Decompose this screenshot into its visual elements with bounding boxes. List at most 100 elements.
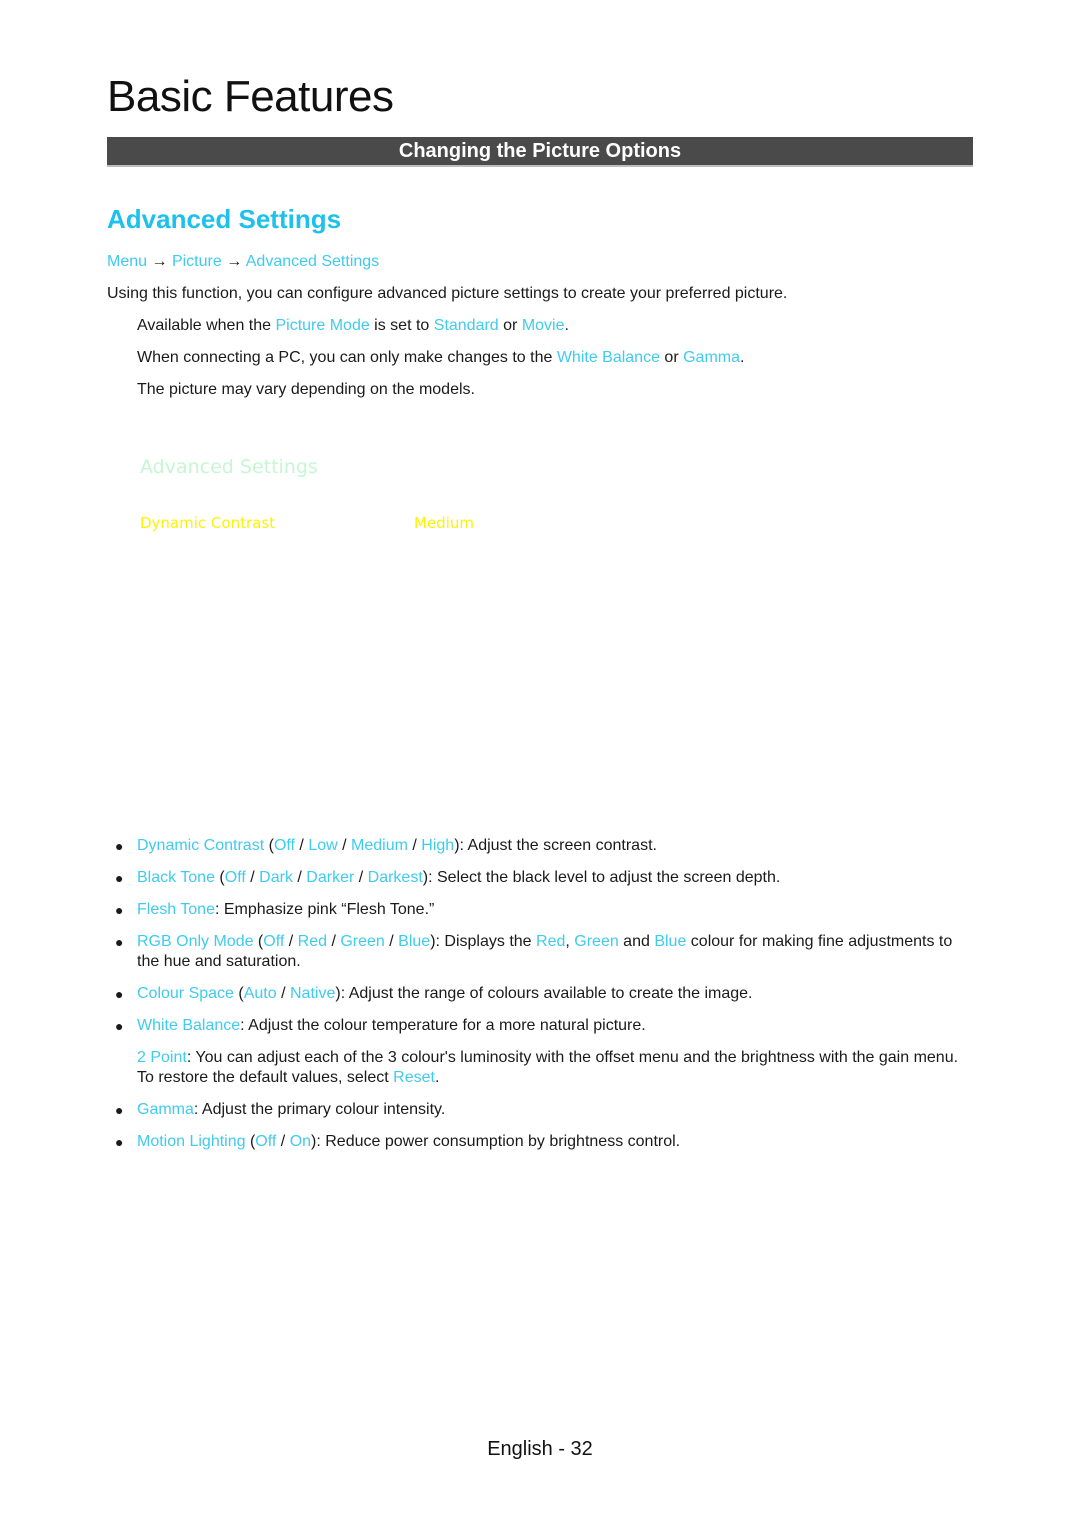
term: Colour Space xyxy=(137,985,234,1002)
option: Red xyxy=(297,933,328,950)
list-item-white-balance: ● White Balance: Adjust the colour tempe… xyxy=(115,1016,975,1036)
breadcrumb: Menu → Picture → Advanced Settings xyxy=(107,253,379,271)
term: Red xyxy=(536,933,566,950)
page-footer: English - 32 xyxy=(487,1438,593,1460)
text: / xyxy=(337,837,352,854)
option: On xyxy=(289,1133,312,1150)
note-text: or xyxy=(659,349,684,366)
text: ( xyxy=(214,869,225,886)
osd-row-value[interactable]: Medium xyxy=(414,514,474,532)
term: 2 Point xyxy=(137,1049,187,1066)
chapter-title: Basic Features xyxy=(107,72,394,121)
note-text: When connecting a PC, you can only make … xyxy=(137,349,557,366)
text: ): Adjust the screen contrast. xyxy=(454,837,657,854)
text: / xyxy=(327,933,341,950)
term: White Balance xyxy=(137,1017,241,1034)
intro-text: Using this function, you can configure a… xyxy=(107,285,788,302)
bullet-icon: ● xyxy=(115,1018,124,1034)
text: / xyxy=(284,933,298,950)
text: ): Select the black level to adjust the … xyxy=(422,869,781,886)
term: Blue xyxy=(654,933,687,950)
bullet-icon: ● xyxy=(115,934,124,950)
text: / xyxy=(354,869,368,886)
option: Darker xyxy=(306,869,355,886)
option: Green xyxy=(340,933,385,950)
option: Darkest xyxy=(367,869,423,886)
text: : Adjust the colour temperature for a mo… xyxy=(240,1017,646,1034)
osd-row-label[interactable]: Dynamic Contrast xyxy=(140,514,275,532)
list-item-rgb-only-mode: ● RGB Only Mode (Off / Red / Green / Blu… xyxy=(115,932,975,972)
bullet-icon: ● xyxy=(115,902,124,918)
text: ( xyxy=(245,1133,256,1150)
term: Dynamic Contrast xyxy=(137,837,265,854)
section-header-bar: Changing the Picture Options xyxy=(107,137,973,167)
arrow-right-icon: → xyxy=(151,253,168,270)
term-gamma: Gamma xyxy=(683,349,741,366)
list-item-flesh-tone: ● Flesh Tone: Emphasize pink “Flesh Tone… xyxy=(115,900,975,920)
text: / xyxy=(276,985,290,1002)
feature-list: ● Dynamic Contrast (Off / Low / Medium /… xyxy=(115,836,975,1164)
term-white-balance: White Balance xyxy=(556,349,660,366)
subsection-title: Advanced Settings xyxy=(107,204,342,234)
note-text: Available when the xyxy=(137,317,276,334)
note-text: The picture may vary depending on the mo… xyxy=(137,381,475,398)
text: : Adjust the primary colour intensity. xyxy=(193,1101,446,1118)
bullet-icon: ● xyxy=(115,986,124,1002)
list-item-black-tone: ● Black Tone (Off / Dark / Darker / Dark… xyxy=(115,868,975,888)
term: Reset xyxy=(393,1069,435,1086)
term-picture-mode: Picture Mode xyxy=(275,317,370,334)
bullet-icon: ● xyxy=(115,870,124,886)
white-balance-2-point: 2 Point: You can adjust each of the 3 co… xyxy=(115,1048,975,1088)
note-text: or xyxy=(498,317,522,334)
term: Gamma xyxy=(137,1101,194,1118)
breadcrumb-item-advanced-settings[interactable]: Advanced Settings xyxy=(246,253,379,270)
option: High xyxy=(421,837,455,854)
option: Auto xyxy=(243,985,277,1002)
term: RGB Only Mode xyxy=(137,933,254,950)
text: / xyxy=(276,1133,290,1150)
osd-menu-title: Advanced Settings xyxy=(140,456,318,478)
text: ): Displays the xyxy=(430,933,537,950)
note-picture-mode: Available when the Picture Mode is set t… xyxy=(137,317,569,335)
text: / xyxy=(384,933,399,950)
text: / xyxy=(292,869,307,886)
list-item-dynamic-contrast: ● Dynamic Contrast (Off / Low / Medium /… xyxy=(115,836,975,856)
bullet-icon: ● xyxy=(115,838,124,854)
breadcrumb-item-menu[interactable]: Menu xyxy=(107,253,147,270)
text: / xyxy=(245,869,260,886)
text: , xyxy=(565,933,575,950)
term: Motion Lighting xyxy=(137,1133,246,1150)
option: Native xyxy=(290,985,336,1002)
option: Off xyxy=(273,837,295,854)
option: Off xyxy=(224,869,246,886)
text: . xyxy=(434,1069,440,1086)
text: : You can adjust each of the 3 colour's … xyxy=(137,1049,959,1086)
text: / xyxy=(294,837,309,854)
breadcrumb-item-picture[interactable]: Picture xyxy=(172,253,222,270)
option: Medium xyxy=(351,837,408,854)
option: Off xyxy=(255,1133,277,1150)
text: and xyxy=(618,933,655,950)
option: Low xyxy=(308,837,338,854)
term: Black Tone xyxy=(137,869,215,886)
note-pc-connection: When connecting a PC, you can only make … xyxy=(137,349,744,367)
text: ): Reduce power consumption by brightnes… xyxy=(311,1133,681,1150)
note-models: The picture may vary depending on the mo… xyxy=(137,381,475,399)
text: ( xyxy=(233,985,244,1002)
term-standard: Standard xyxy=(433,317,499,334)
text: : Emphasize pink “Flesh Tone.” xyxy=(214,901,435,918)
text: ): Adjust the range of colours available… xyxy=(335,985,753,1002)
note-text: is set to xyxy=(369,317,434,334)
text: ( xyxy=(264,837,274,854)
arrow-right-icon: → xyxy=(226,253,243,270)
list-item-motion-lighting: ● Motion Lighting (Off / On): Reduce pow… xyxy=(115,1132,975,1152)
term-movie: Movie xyxy=(521,317,565,334)
note-text: . xyxy=(564,317,569,334)
bullet-icon: ● xyxy=(115,1134,124,1150)
list-item-gamma: ● Gamma: Adjust the primary colour inten… xyxy=(115,1100,975,1120)
list-item-colour-space: ● Colour Space (Auto / Native): Adjust t… xyxy=(115,984,975,1004)
text: ( xyxy=(253,933,264,950)
note-text: . xyxy=(740,349,745,366)
term: Flesh Tone xyxy=(137,901,215,918)
text: / xyxy=(407,837,422,854)
